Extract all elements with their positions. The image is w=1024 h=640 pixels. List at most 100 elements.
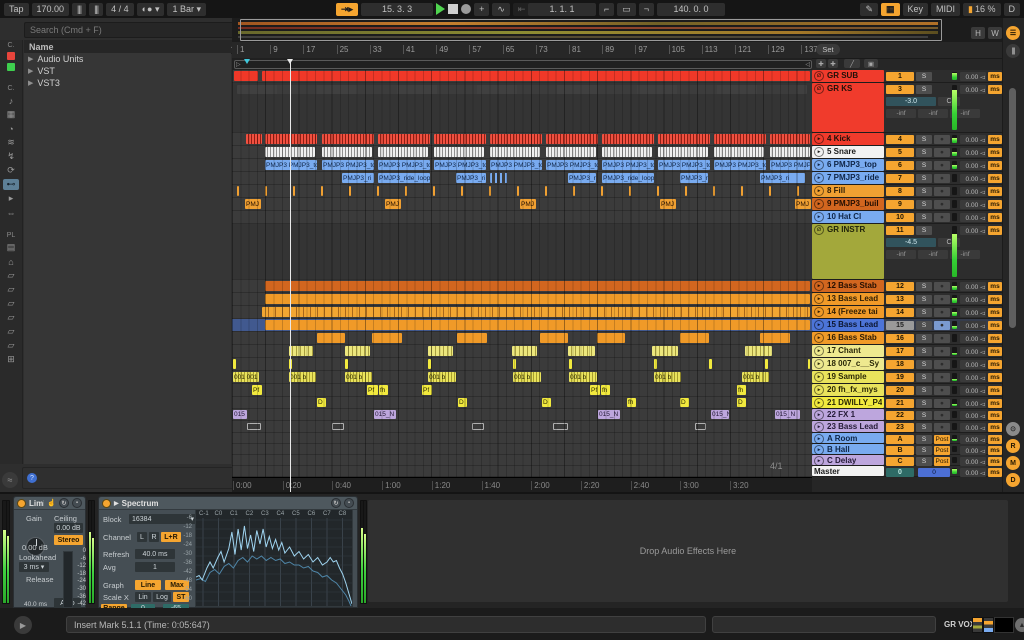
- track-number[interactable]: 23: [886, 423, 914, 432]
- arm-button[interactable]: ●: [934, 399, 950, 408]
- clip[interactable]: [602, 134, 654, 144]
- track-number[interactable]: 5: [886, 148, 914, 157]
- track-row[interactable]: ▸ 7 PMJP3_ride 7 S ● 0.00 ◅ ms: [812, 172, 1002, 185]
- track-delay-unit[interactable]: ms: [988, 446, 1002, 455]
- clip[interactable]: 001 b: [569, 372, 597, 382]
- scalex-lin-button[interactable]: Lin: [135, 592, 151, 602]
- arm-button[interactable]: ●: [934, 321, 950, 330]
- stereo-button[interactable]: Stereo: [54, 535, 83, 545]
- hot-swap-icon[interactable]: ↻: [59, 498, 69, 508]
- mixer-sections-icon[interactable]: ☰: [1006, 26, 1020, 40]
- track-delay-unit[interactable]: ms: [988, 347, 1002, 356]
- stop-button[interactable]: [448, 4, 459, 14]
- clip[interactable]: PMJP3 PMJP3_to: [490, 160, 542, 170]
- clip[interactable]: 001 b: [428, 372, 456, 382]
- track-number[interactable]: 18: [886, 360, 914, 369]
- track-delay-unit[interactable]: ms: [988, 72, 1002, 81]
- track-delay-unit[interactable]: ms: [988, 135, 1002, 144]
- clip[interactable]: PMJ: [245, 199, 261, 209]
- midi-effects-icon[interactable]: ↯: [3, 151, 19, 162]
- track-name[interactable]: ▸ 23 Bass Lead: [812, 421, 884, 432]
- clip[interactable]: PMJP3_ride_loop: [378, 173, 430, 183]
- track-row[interactable]: ▸ 20 fh_fx_mys 20 S ● 0.00 ◅ ms: [812, 384, 1002, 397]
- lookahead-menu[interactable]: 3 ms ▾: [19, 562, 49, 572]
- clip[interactable]: [237, 186, 239, 196]
- overview-viewport[interactable]: [240, 19, 942, 41]
- clip[interactable]: [265, 281, 810, 291]
- clip[interactable]: 015_N: [598, 410, 620, 419]
- add-locator-prev-icon[interactable]: ✚: [816, 59, 826, 68]
- clip[interactable]: 001 001: [233, 372, 259, 382]
- channel-l-button[interactable]: L: [137, 532, 147, 542]
- clip[interactable]: Pf: [252, 385, 262, 395]
- computer-midi-keyboard-button[interactable]: ▦: [881, 2, 900, 16]
- clip[interactable]: 015_N: [711, 410, 729, 419]
- clip[interactable]: fh: [737, 385, 746, 395]
- metronome-button[interactable]: ◐● ▾: [136, 2, 165, 16]
- clip[interactable]: [332, 423, 344, 430]
- track-delay-value[interactable]: 0.00 ◅: [960, 135, 986, 144]
- track-play-icon[interactable]: ▸: [814, 422, 824, 432]
- post-button[interactable]: Post: [934, 457, 950, 466]
- solo-button[interactable]: S: [916, 213, 932, 222]
- track-name[interactable]: ▸ 14 (Freeze tai: [812, 306, 884, 318]
- clip[interactable]: PMJP3_ri: [680, 173, 708, 183]
- track-row[interactable]: ▸ 12 Bass Stab 12 S ● 0.00 ◅ ms: [812, 280, 1002, 293]
- track-number[interactable]: 19: [886, 373, 914, 382]
- clip[interactable]: PMJ: [795, 199, 811, 209]
- max-for-live-icon[interactable]: ⟳: [3, 165, 19, 176]
- clip[interactable]: [760, 333, 790, 343]
- clip[interactable]: 001 b: [513, 372, 541, 382]
- arm-button[interactable]: ●: [934, 308, 950, 317]
- browser-tree-item[interactable]: ▶ Audio Units: [24, 53, 231, 65]
- master-pan-box[interactable]: 0: [918, 468, 950, 477]
- solo-button[interactable]: S: [916, 411, 932, 420]
- solo-button[interactable]: S: [916, 308, 932, 317]
- volume-value[interactable]: -4.5: [886, 238, 936, 247]
- post-button[interactable]: Post: [934, 446, 950, 455]
- track-play-icon[interactable]: ▸: [814, 333, 824, 343]
- clip[interactable]: [434, 134, 486, 144]
- clip[interactable]: [573, 186, 575, 196]
- track-delay-unit[interactable]: ms: [988, 308, 1002, 317]
- track-name[interactable]: ▸ 12 Bass Stab: [812, 280, 884, 292]
- solo-button[interactable]: S: [916, 72, 932, 81]
- track-number[interactable]: 10: [886, 213, 914, 222]
- arm-button[interactable]: ●: [934, 295, 950, 304]
- time-signature-field[interactable]: 4 / 4: [106, 2, 134, 16]
- track-delay-value[interactable]: 0.00 ◅: [960, 72, 986, 81]
- track-number[interactable]: 12: [886, 282, 914, 291]
- clip[interactable]: [428, 346, 453, 356]
- clip[interactable]: [237, 85, 807, 94]
- clip[interactable]: 015: [233, 410, 247, 419]
- folder-icon[interactable]: ▱: [3, 284, 19, 295]
- clip[interactable]: [513, 359, 516, 369]
- track-delay-unit[interactable]: ms: [988, 457, 1002, 466]
- track-number[interactable]: 14: [886, 308, 914, 317]
- sends-toggle-button[interactable]: ⊙: [1006, 422, 1020, 436]
- solo-button[interactable]: S: [916, 282, 932, 291]
- track-delay-value[interactable]: 0.00 ◅: [960, 468, 986, 477]
- user-library-icon[interactable]: ⌂: [3, 256, 19, 267]
- solo-button[interactable]: S: [916, 161, 932, 170]
- fold-icon[interactable]: ▶: [114, 500, 119, 507]
- clip[interactable]: [262, 307, 810, 317]
- punch-out-button[interactable]: ¬: [638, 2, 655, 16]
- clip[interactable]: PMJP3 PMJP3_to: [658, 160, 710, 170]
- track-delay-value[interactable]: 0.00 ◅: [960, 321, 986, 330]
- arm-button[interactable]: ●: [934, 187, 950, 196]
- track-delay-value[interactable]: 0.00 ◅: [960, 308, 986, 317]
- track-row[interactable]: ▸ 4 Kick 4 S ● 0.00 ◅ ms: [812, 133, 1002, 146]
- solo-button[interactable]: S: [916, 347, 932, 356]
- arrangement-position-field[interactable]: 15. 3. 3: [361, 2, 434, 16]
- solo-button[interactable]: S: [916, 457, 932, 466]
- track-name[interactable]: ∅ GR INSTR: [812, 224, 884, 279]
- loop-brace[interactable]: ▷ ◁: [234, 60, 812, 69]
- track-delay-unit[interactable]: ms: [988, 226, 1002, 235]
- clip[interactable]: [434, 147, 484, 157]
- clip[interactable]: PMJ: [385, 199, 401, 209]
- track-delay-value[interactable]: 0.00 ◅: [960, 347, 986, 356]
- clip[interactable]: Pf: [422, 385, 432, 395]
- clip[interactable]: [546, 134, 598, 144]
- clip[interactable]: [457, 333, 487, 343]
